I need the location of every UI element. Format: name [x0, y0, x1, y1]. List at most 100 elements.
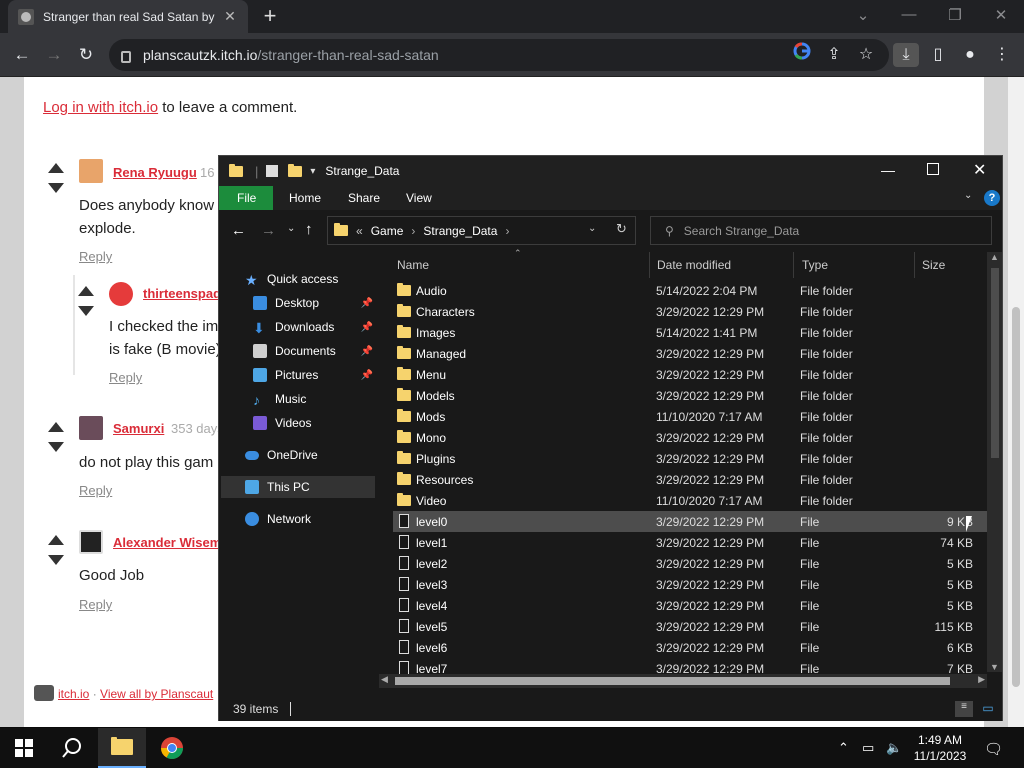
- scroll-left-icon[interactable]: ◀: [381, 674, 388, 685]
- horizontal-scrollbar-thumb[interactable]: [395, 677, 950, 685]
- help-icon[interactable]: ?: [984, 190, 1000, 206]
- column-divider[interactable]: [649, 252, 650, 278]
- downvote-icon[interactable]: [78, 306, 94, 316]
- horizontal-scrollbar[interactable]: ◀ ▶: [379, 674, 987, 688]
- tab-view[interactable]: View: [406, 191, 432, 205]
- footer-itchio-link[interactable]: itch.io: [58, 687, 89, 701]
- reply-link[interactable]: Reply: [79, 597, 112, 612]
- details-view-icon[interactable]: ≡: [955, 701, 973, 717]
- file-row[interactable]: Menu 3/29/2022 12:29 PM File folder: [393, 364, 987, 385]
- avatar[interactable]: [79, 416, 103, 440]
- file-row[interactable]: level4 3/29/2022 12:29 PM File 5 KB: [393, 595, 987, 616]
- avatar[interactable]: [79, 530, 103, 554]
- tab-home[interactable]: Home: [289, 191, 321, 205]
- minimize-icon[interactable]: —: [881, 162, 895, 178]
- forward-icon[interactable]: →: [261, 222, 276, 239]
- explorer-titlebar[interactable]: | ▾ Strange_Data — ✕: [219, 156, 1002, 186]
- file-row[interactable]: Plugins 3/29/2022 12:29 PM File folder: [393, 448, 987, 469]
- address-bar[interactable]: planscautzk.itch.io /stranger-than-real-…: [109, 39, 889, 71]
- network-status-icon[interactable]: ▭: [862, 740, 874, 756]
- downvote-icon[interactable]: [48, 183, 64, 193]
- file-row[interactable]: level5 3/29/2022 12:29 PM File 115 KB: [393, 616, 987, 637]
- search-icon[interactable]: [48, 728, 96, 768]
- up-icon[interactable]: ↑: [305, 221, 313, 238]
- reload-icon[interactable]: ↻: [74, 43, 98, 67]
- tab-file[interactable]: File: [219, 186, 273, 210]
- file-row[interactable]: Mono 3/29/2022 12:29 PM File folder: [393, 427, 987, 448]
- col-header-type[interactable]: Type: [802, 258, 828, 272]
- comment-author[interactable]: Samurxi: [113, 421, 164, 436]
- properties-icon[interactable]: [266, 165, 279, 177]
- avatar[interactable]: [79, 159, 103, 183]
- vertical-scrollbar-thumb[interactable]: [991, 268, 999, 458]
- tab-close-icon[interactable]: ✕: [222, 8, 238, 25]
- column-divider[interactable]: [914, 252, 915, 278]
- file-row[interactable]: Resources 3/29/2022 12:29 PM File folder: [393, 469, 987, 490]
- downvote-icon[interactable]: [48, 442, 64, 452]
- file-row[interactable]: level3 3/29/2022 12:29 PM File 5 KB: [393, 574, 987, 595]
- search-box[interactable]: ⚲ Search Strange_Data: [650, 216, 992, 245]
- new-tab-button[interactable]: +: [260, 4, 280, 28]
- avatar[interactable]: [109, 282, 133, 306]
- clock[interactable]: 1:49 AM 11/1/2023: [910, 732, 970, 764]
- recent-locations-icon[interactable]: ⌄: [287, 223, 295, 234]
- file-row[interactable]: Managed 3/29/2022 12:29 PM File folder: [393, 343, 987, 364]
- new-folder-icon[interactable]: [288, 163, 303, 177]
- nav-network[interactable]: Network: [245, 508, 401, 530]
- star-icon[interactable]: ☆: [854, 43, 878, 67]
- restore-icon[interactable]: ❐: [940, 6, 970, 24]
- column-divider[interactable]: [793, 252, 794, 278]
- windows-start-icon[interactable]: [0, 728, 48, 768]
- tab-search-icon[interactable]: ⌄: [848, 6, 878, 24]
- file-row[interactable]: level2 3/29/2022 12:29 PM File 5 KB: [393, 553, 987, 574]
- breadcrumb-prefix[interactable]: «: [356, 224, 363, 238]
- downvote-icon[interactable]: [48, 555, 64, 565]
- login-link[interactable]: Log in with itch.io: [43, 99, 158, 116]
- comment-author[interactable]: thirteenspad: [143, 286, 221, 301]
- chevron-right-icon[interactable]: ›: [411, 224, 415, 238]
- file-row[interactable]: level0 3/29/2022 12:29 PM File 9 KB: [393, 511, 987, 532]
- scroll-down-icon[interactable]: ▼: [990, 662, 999, 672]
- quick-access-dropdown-icon[interactable]: ▾: [310, 166, 315, 177]
- minimize-icon[interactable]: —: [894, 6, 924, 23]
- menu-icon[interactable]: ⋮: [990, 43, 1014, 67]
- download-icon[interactable]: ⤓: [893, 43, 919, 67]
- comment-author[interactable]: Rena Ryuugu: [113, 165, 197, 180]
- file-row[interactable]: Characters 3/29/2022 12:29 PM File folder: [393, 301, 987, 322]
- profile-icon[interactable]: ●: [958, 43, 982, 67]
- address-box[interactable]: « Game › Strange_Data › ⌄ ↻: [327, 216, 636, 245]
- refresh-icon[interactable]: ↻: [616, 221, 627, 237]
- breadcrumb-strange-data[interactable]: Strange_Data: [423, 224, 497, 238]
- browser-tab[interactable]: Stranger than real Sad Satan by ✕: [8, 0, 248, 33]
- file-row[interactable]: Audio 5/14/2022 2:04 PM File folder: [393, 280, 987, 301]
- notifications-icon[interactable]: 🗨: [984, 740, 1003, 758]
- upvote-icon[interactable]: [48, 535, 64, 545]
- page-scrollbar[interactable]: [1008, 77, 1024, 727]
- file-row[interactable]: Video 11/10/2020 7:17 AM File folder: [393, 490, 987, 511]
- file-row[interactable]: Mods 11/10/2020 7:17 AM File folder: [393, 406, 987, 427]
- maximize-icon[interactable]: [927, 163, 939, 175]
- col-header-date[interactable]: Date modified: [657, 258, 731, 272]
- upvote-icon[interactable]: [48, 163, 64, 173]
- nav-this-pc[interactable]: This PC: [221, 476, 375, 498]
- upvote-icon[interactable]: [78, 286, 94, 296]
- show-hidden-icons-icon[interactable]: ⌃: [838, 740, 849, 756]
- volume-muted-icon[interactable]: 🔈: [886, 740, 902, 756]
- file-row[interactable]: Images 5/14/2022 1:41 PM File folder: [393, 322, 987, 343]
- address-dropdown-icon[interactable]: ⌄: [588, 223, 596, 234]
- reply-link[interactable]: Reply: [79, 249, 112, 264]
- file-row[interactable]: Models 3/29/2022 12:29 PM File folder: [393, 385, 987, 406]
- nav-quick-access[interactable]: ★ Quick access: [245, 268, 401, 290]
- scroll-up-icon[interactable]: ▲: [990, 252, 999, 262]
- nav-onedrive[interactable]: OneDrive: [245, 444, 401, 466]
- file-row[interactable]: level1 3/29/2022 12:29 PM File 74 KB: [393, 532, 987, 553]
- upvote-icon[interactable]: [48, 422, 64, 432]
- sidepanel-icon[interactable]: ▯: [926, 43, 950, 67]
- vertical-scrollbar[interactable]: ▲ ▼: [987, 252, 1002, 672]
- chrome-icon[interactable]: [148, 728, 196, 768]
- expand-ribbon-icon[interactable]: ⌄: [964, 190, 972, 201]
- comment-author[interactable]: Alexander Wisem: [113, 535, 221, 550]
- reply-link[interactable]: Reply: [109, 370, 142, 385]
- footer-view-all-link[interactable]: View all by Planscaut: [100, 687, 213, 701]
- google-icon[interactable]: [790, 42, 814, 66]
